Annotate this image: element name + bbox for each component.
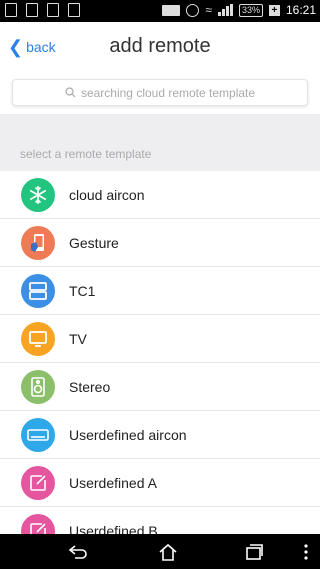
search-placeholder: searching cloud remote template — [80, 85, 256, 100]
search-icon — [65, 87, 76, 98]
hand-phone-icon — [21, 226, 55, 260]
wifi-icon: ≈ — [205, 3, 212, 17]
menu-icon[interactable] — [301, 542, 311, 562]
tv-icon — [21, 322, 55, 356]
list-item-stereo[interactable]: Stereo — [0, 363, 320, 411]
alarm-icon — [186, 3, 200, 17]
status-bar: ≈ 33% + 16:21 — [0, 0, 320, 22]
search-input[interactable]: searching cloud remote template — [12, 79, 308, 106]
list-item-label: Userdefined aircon — [69, 426, 187, 443]
list-item-label: TC1 — [69, 282, 96, 299]
list-item-userdefined-b[interactable]: Userdefined B — [0, 507, 320, 534]
back-nav-icon[interactable] — [67, 542, 89, 562]
image-notification-icon — [5, 3, 17, 17]
navigation-bar — [0, 534, 320, 569]
list-item-label: cloud aircon — [69, 186, 145, 203]
keyboard-icon — [162, 4, 181, 16]
list-item-label: Stereo — [69, 378, 111, 395]
recent-apps-icon[interactable] — [243, 542, 265, 562]
list-item-userdefined-aircon[interactable]: Userdefined aircon — [0, 411, 320, 459]
section-label: select a remote template — [20, 147, 152, 161]
list-item-tv[interactable]: TV — [0, 315, 320, 363]
edit-icon — [21, 514, 55, 534]
list-item-gesture[interactable]: Gesture — [0, 219, 320, 267]
clock: 16:21 — [285, 3, 316, 17]
list-item-label: Gesture — [69, 234, 119, 251]
aircon-icon — [21, 418, 55, 452]
list-item-label: Userdefined B — [69, 522, 158, 535]
charging-icon: + — [268, 4, 280, 16]
message-notification-icon — [47, 3, 59, 17]
panels-icon — [21, 274, 55, 308]
snowflake-icon — [21, 178, 55, 212]
clipboard-notification-icon — [68, 3, 80, 17]
battery-level: 33% — [238, 3, 263, 17]
list-item-userdefined-a[interactable]: Userdefined A — [0, 459, 320, 507]
list-item-tc1[interactable]: TC1 — [0, 267, 320, 315]
search-bar: searching cloud remote template — [0, 74, 320, 114]
list-item-label: Userdefined A — [69, 474, 157, 491]
page-title: add remote — [109, 35, 211, 57]
list-item-label: TV — [69, 330, 87, 347]
speaker-icon — [21, 370, 55, 404]
home-icon[interactable] — [157, 542, 179, 562]
edit-icon — [21, 466, 55, 500]
app-header: ❮ back add remote — [0, 22, 320, 74]
facebook-notification-icon — [26, 3, 38, 17]
list-item-cloud-aircon[interactable]: cloud aircon — [0, 171, 320, 219]
template-list: cloud aircon Gesture TC1 TV Stereo Userd… — [0, 171, 320, 534]
signal-icon — [217, 4, 233, 16]
